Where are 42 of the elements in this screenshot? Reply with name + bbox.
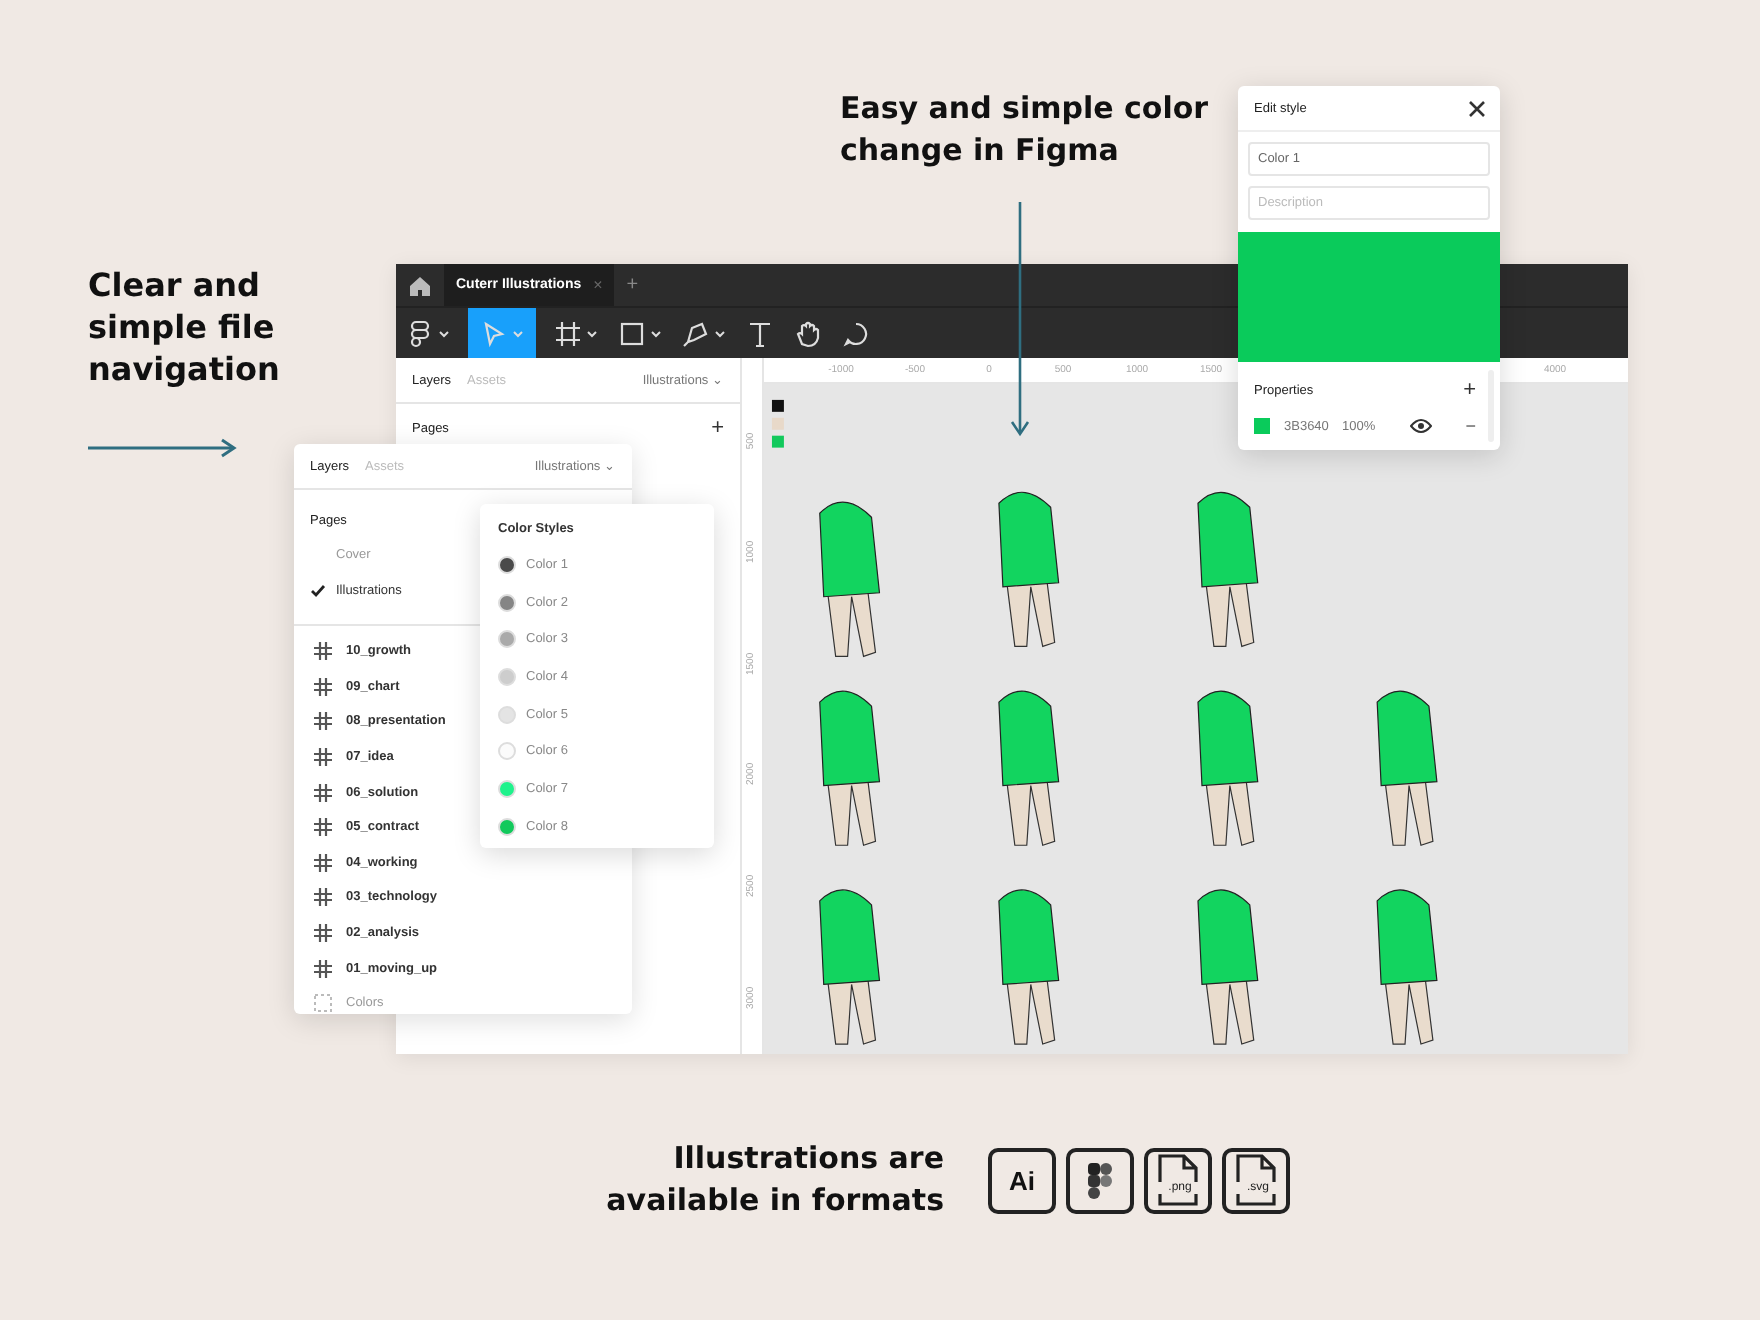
caption-text: Clear and simple file navigation <box>88 264 280 390</box>
caret-icon <box>714 329 726 337</box>
new-tab-button[interactable]: + <box>626 274 639 296</box>
frame-icon <box>314 783 332 802</box>
frame-icon <box>314 748 332 767</box>
caret-icon <box>586 329 598 337</box>
frame-icon <box>314 853 332 872</box>
caption-text: Easy and simple color change in Figma <box>840 88 1209 172</box>
file-icon <box>1234 1154 1278 1206</box>
arrow-icon <box>1010 202 1030 438</box>
add-page-button[interactable]: + <box>711 417 724 439</box>
caret-icon <box>438 329 450 337</box>
add-button[interactable]: + <box>1463 379 1476 401</box>
caption-text: Illustrations are available in formats <box>604 1138 944 1222</box>
format-badge: Ai <box>988 1147 1056 1213</box>
frame-icon <box>554 319 582 347</box>
caret-icon <box>650 329 662 337</box>
rect-icon <box>618 319 646 347</box>
frame-icon <box>314 677 332 696</box>
frame-icon <box>314 642 332 661</box>
pen-icon <box>682 319 710 347</box>
remove-button[interactable]: − <box>1465 416 1476 436</box>
frame-icon <box>314 888 332 907</box>
close-icon[interactable] <box>1468 99 1486 117</box>
menu-icon <box>406 319 434 347</box>
frame-icon <box>314 818 332 837</box>
figma-logo-icon <box>1088 1161 1112 1199</box>
check-icon <box>310 583 326 597</box>
text-icon <box>746 319 774 347</box>
fill-swatch[interactable] <box>1254 418 1270 434</box>
frame-icon <box>314 924 332 943</box>
arrow-icon <box>88 438 238 458</box>
group-icon <box>314 994 332 1013</box>
file-icon <box>1156 1154 1200 1206</box>
frame-icon <box>314 959 332 978</box>
frame-icon <box>314 712 332 731</box>
move-icon <box>480 319 508 347</box>
eye-icon[interactable] <box>1410 418 1432 434</box>
comment-icon <box>842 319 870 347</box>
home-icon[interactable] <box>408 273 432 297</box>
caret-icon <box>512 329 524 337</box>
hand-icon <box>794 319 822 347</box>
